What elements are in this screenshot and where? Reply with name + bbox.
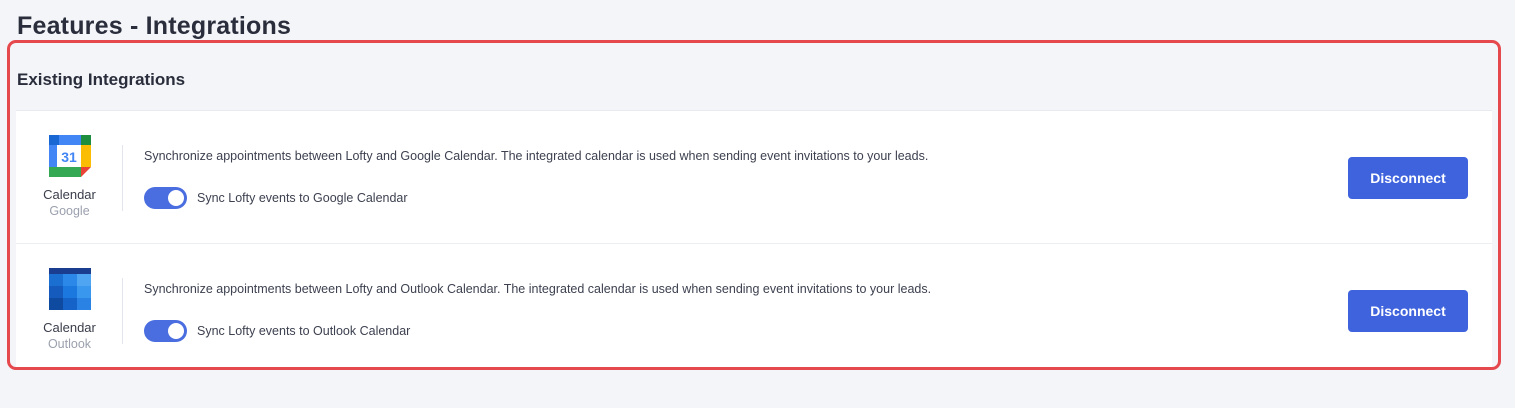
highlight-annotation-box <box>7 40 1501 370</box>
page-title: Features - Integrations <box>17 12 292 40</box>
